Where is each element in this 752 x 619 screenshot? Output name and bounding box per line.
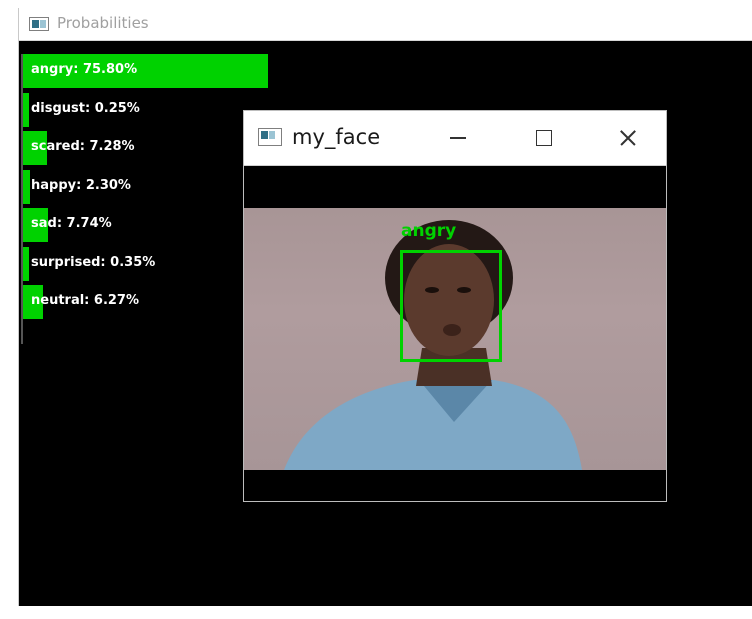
window-app-icon — [258, 128, 282, 146]
probability-label: scared: 7.28% — [31, 139, 135, 154]
close-button[interactable] — [604, 121, 650, 155]
probability-label: neutral: 6.27% — [31, 293, 140, 308]
minimize-button[interactable] — [434, 121, 480, 155]
window-app-icon — [29, 17, 49, 31]
probability-row: angry: 75.80% — [19, 54, 319, 88]
probability-bar — [23, 92, 29, 127]
probability-label: disgust: 0.25% — [31, 100, 140, 116]
probability-label: angry: 75.80% — [31, 62, 138, 77]
detected-emotion-label: angry — [401, 221, 457, 241]
probability-bar — [23, 246, 29, 281]
probability-bar — [23, 169, 31, 204]
probabilities-titlebar[interactable]: Probabilities — [19, 8, 752, 41]
my-face-title: my_face — [292, 125, 381, 149]
probability-label: sad: 7.74% — [31, 216, 112, 231]
probabilities-title: Probabilities — [57, 14, 149, 32]
my-face-window: my_face angry — [243, 110, 667, 502]
my-face-titlebar[interactable]: my_face — [244, 111, 666, 166]
face-detection-box — [400, 250, 502, 362]
webcam-frame: angry — [244, 208, 666, 470]
probability-label: surprised: 0.35% — [31, 254, 156, 270]
maximize-button[interactable] — [522, 121, 568, 155]
probability-label: happy: 2.30% — [31, 177, 131, 193]
